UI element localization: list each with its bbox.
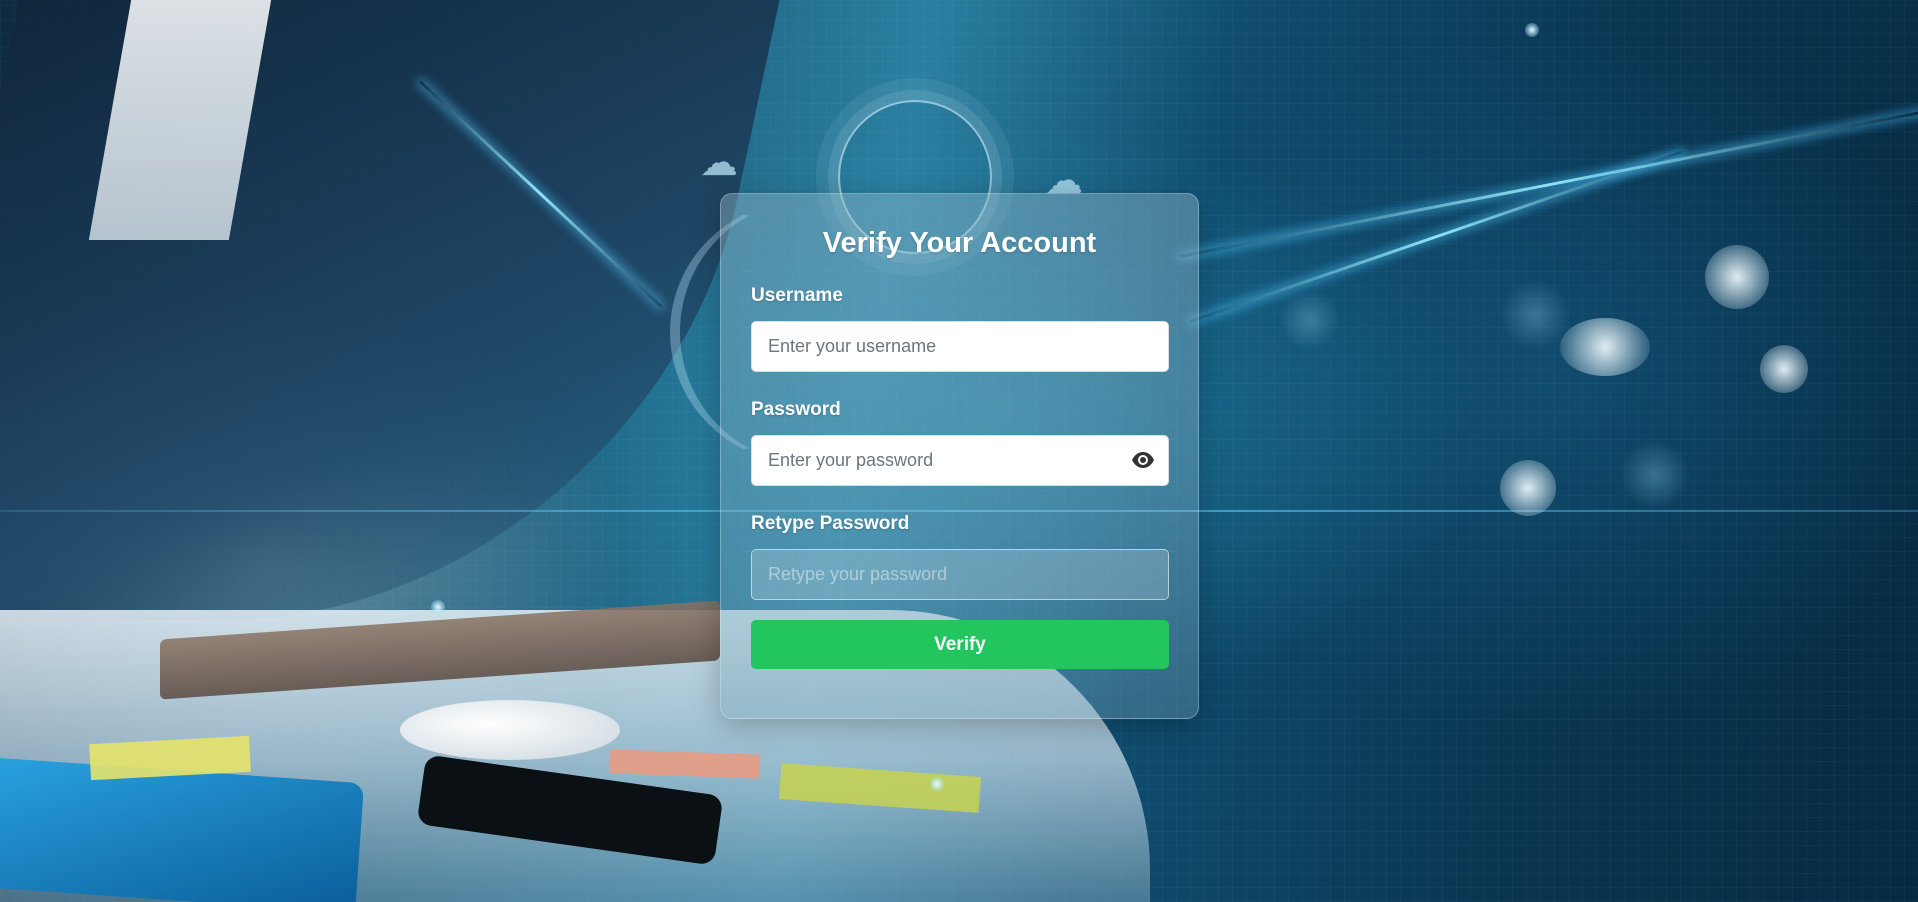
- background-bokeh: [1500, 280, 1570, 350]
- verify-button[interactable]: Verify: [751, 620, 1169, 669]
- background-bokeh: [1500, 460, 1556, 516]
- retype-password-input[interactable]: [751, 549, 1169, 600]
- card-title: Verify Your Account: [822, 227, 1097, 259]
- background-bokeh: [1760, 345, 1808, 393]
- password-input[interactable]: [751, 435, 1169, 486]
- background-mouse: [400, 700, 620, 760]
- password-field-wrapper: [751, 435, 1169, 486]
- background-cloud-icon: ☁: [700, 140, 738, 184]
- eye-icon[interactable]: [1131, 449, 1155, 471]
- background-bokeh: [1560, 318, 1650, 376]
- background-light-dot: [431, 600, 445, 614]
- background-bokeh: [1705, 245, 1769, 309]
- background-light-beam: [1189, 150, 1683, 323]
- username-field-wrapper: [751, 321, 1169, 372]
- background-tablet: [0, 756, 365, 902]
- background-bokeh: [1620, 440, 1690, 510]
- background-light-dot: [1525, 23, 1539, 37]
- background-bokeh: [1280, 290, 1340, 350]
- background-light-beam: [1179, 110, 1918, 258]
- retype-password-field-wrapper: [751, 549, 1169, 600]
- username-label: Username: [751, 285, 843, 306]
- username-input[interactable]: [751, 321, 1169, 372]
- password-label: Password: [751, 399, 841, 420]
- retype-password-label: Retype Password: [751, 513, 910, 534]
- verify-account-card: Verify Your Account Username Password Re…: [720, 193, 1199, 719]
- background-light-dot: [930, 777, 944, 791]
